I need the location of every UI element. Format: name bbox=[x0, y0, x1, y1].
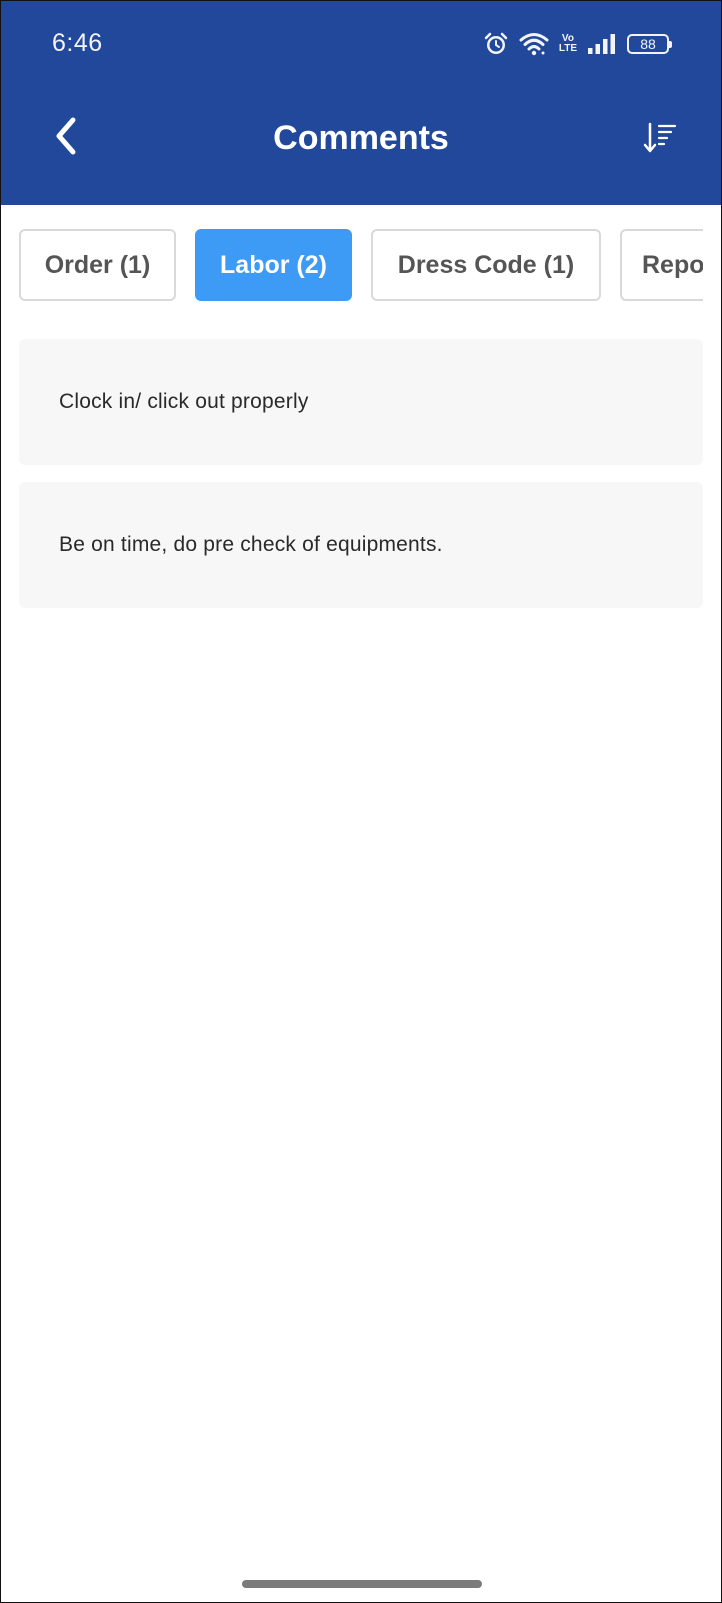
tab-labor[interactable]: Labor (2) bbox=[195, 229, 352, 301]
sort-button[interactable] bbox=[635, 115, 685, 165]
comment-card: Be on time, do pre check of equipments. bbox=[19, 482, 703, 608]
battery-icon: 88 bbox=[627, 34, 672, 54]
signal-icon bbox=[587, 33, 617, 55]
category-tabs: Order (1) Labor (2) Dress Code (1) Repo bbox=[19, 229, 703, 303]
tab-order[interactable]: Order (1) bbox=[19, 229, 176, 301]
comment-card: Clock in/ click out properly bbox=[19, 339, 703, 465]
screen: 6:46 Vo LTE 88 Comments Order (1) Labor … bbox=[0, 0, 722, 1603]
chevron-left-icon bbox=[51, 116, 81, 161]
status-icons: Vo LTE 88 bbox=[483, 29, 672, 59]
page-title: Comments bbox=[273, 119, 449, 157]
alarm-icon bbox=[483, 31, 509, 57]
wifi-icon bbox=[519, 31, 549, 57]
status-time: 6:46 bbox=[52, 29, 103, 57]
volte-icon: Vo LTE bbox=[559, 34, 577, 54]
home-indicator[interactable] bbox=[242, 1580, 482, 1588]
tab-dress-code[interactable]: Dress Code (1) bbox=[371, 229, 601, 301]
volte-bottom-label: LTE bbox=[558, 43, 577, 54]
comment-text: Be on time, do pre check of equipments. bbox=[59, 533, 443, 556]
comment-text: Clock in/ click out properly bbox=[59, 390, 309, 413]
sort-descending-icon bbox=[642, 120, 678, 161]
tab-report[interactable]: Repo bbox=[620, 229, 703, 301]
back-button[interactable] bbox=[41, 113, 91, 163]
app-bar: 6:46 Vo LTE 88 Comments bbox=[1, 1, 721, 205]
